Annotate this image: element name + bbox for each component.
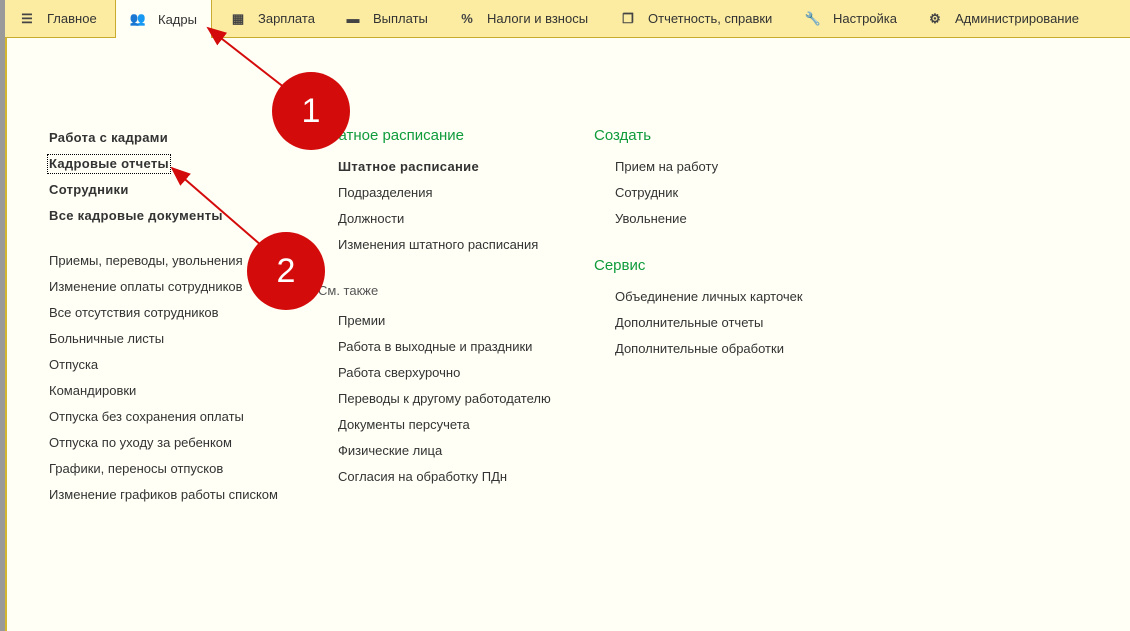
menu-icon: ☰: [21, 10, 33, 26]
percent-icon: %: [461, 11, 473, 26]
link[interactable]: Приемы, переводы, увольнения: [49, 253, 243, 269]
tab-admin[interactable]: ⚙ Администрирование: [925, 0, 1079, 37]
create-link[interactable]: Сотрудник: [615, 185, 678, 201]
service-link[interactable]: Объединение личных карточек: [615, 289, 803, 305]
link[interactable]: Изменение графиков работы списком: [49, 487, 278, 503]
link[interactable]: Подразделения: [338, 185, 433, 201]
link[interactable]: Отпуска без сохранения оплаты: [49, 409, 244, 425]
create-link[interactable]: Прием на работу: [615, 159, 718, 175]
gear-icon: ⚙: [929, 10, 941, 26]
create-heading: Создать: [594, 127, 652, 144]
window-border: [5, 37, 7, 631]
link[interactable]: Работа сверхурочно: [338, 365, 460, 381]
service-link[interactable]: Дополнительные обработки: [615, 341, 784, 357]
callout-1: 1: [272, 72, 350, 150]
link[interactable]: Изменения штатного расписания: [338, 237, 538, 253]
tab-taxes[interactable]: % Налоги и взносы: [457, 0, 588, 37]
link-bold[interactable]: Все кадровые документы: [49, 208, 223, 224]
link[interactable]: Все отсутствия сотрудников: [49, 305, 219, 321]
callout-2: 2: [247, 232, 325, 310]
link-bold[interactable]: Кадровые отчеты: [47, 154, 171, 174]
link[interactable]: Отпуска по уходу за ребенком: [49, 435, 232, 451]
section-nav: ☰ Главное 👥 Кадры ▦ Зарплата ▬ Выплаты % Нало…: [5, 0, 1130, 38]
tab-reports[interactable]: ❐ Отчетность, справки: [618, 0, 772, 37]
users-icon: 👥: [129, 11, 147, 26]
link-bold[interactable]: Сотрудники: [49, 182, 129, 198]
tab-settings[interactable]: 🔧 Настройка: [803, 0, 897, 37]
service-heading: Сервис: [594, 257, 646, 274]
link[interactable]: Работа в выходные и праздники: [338, 339, 532, 355]
link[interactable]: Физические лица: [338, 443, 442, 459]
reports-icon: ❐: [622, 10, 634, 26]
link[interactable]: Премии: [338, 313, 385, 329]
calculator-icon: ▦: [231, 10, 245, 26]
wrench-icon: 🔧: [804, 10, 822, 26]
card-icon: ▬: [346, 11, 360, 26]
link[interactable]: Изменение оплаты сотрудников: [49, 279, 243, 295]
tab-payments[interactable]: ▬ Выплаты: [343, 0, 428, 37]
link[interactable]: Графики, переносы отпусков: [49, 461, 223, 477]
link[interactable]: Командировки: [49, 383, 136, 399]
link-bold[interactable]: Работа с кадрами: [49, 130, 168, 146]
see-also-label: См. также: [318, 283, 379, 298]
link[interactable]: Отпуска: [49, 357, 98, 373]
link[interactable]: Переводы к другому работодателю: [338, 391, 551, 407]
link[interactable]: Согласия на обработку ПДн: [338, 469, 507, 485]
link[interactable]: Больничные листы: [49, 331, 164, 347]
link[interactable]: Должности: [338, 211, 404, 227]
tab-main[interactable]: ☰ Главное: [17, 0, 97, 37]
service-link[interactable]: Дополнительные отчеты: [615, 315, 763, 331]
link[interactable]: Документы персучета: [338, 417, 470, 433]
create-link[interactable]: Увольнение: [615, 211, 687, 227]
tab-hr[interactable]: 👥 Кадры: [115, 0, 212, 38]
tab-salary[interactable]: ▦ Зарплата: [228, 0, 315, 37]
link-bold[interactable]: Штатное расписание: [338, 159, 479, 175]
